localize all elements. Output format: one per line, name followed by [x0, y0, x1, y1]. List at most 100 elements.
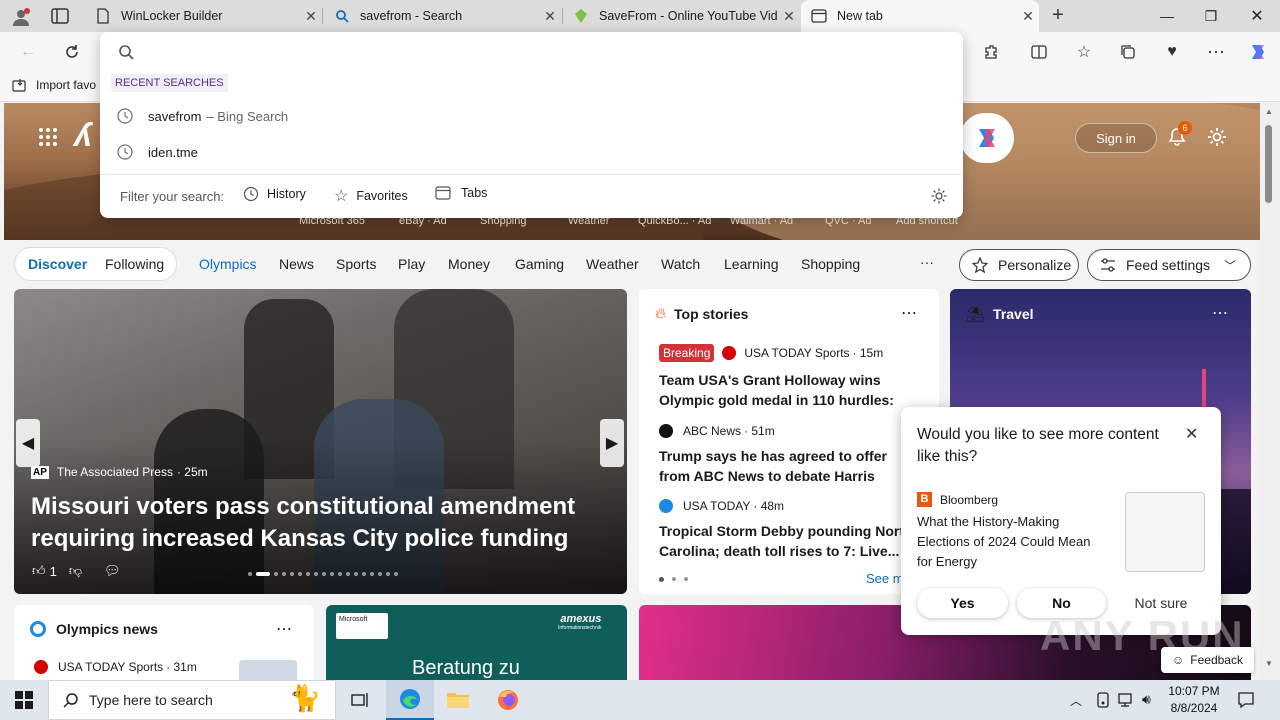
- feed-settings-button[interactable]: Feed settings ﹀: [1087, 249, 1251, 281]
- file-explorer-icon[interactable]: [434, 680, 482, 720]
- tab-discover[interactable]: Discover: [28, 256, 87, 272]
- carousel-dot[interactable]: [298, 572, 302, 576]
- carousel-dot[interactable]: [386, 572, 390, 576]
- tab-winlocker[interactable]: WinLocker Builder ✕: [85, 0, 322, 32]
- task-view-icon[interactable]: [336, 680, 384, 720]
- network-icon[interactable]: [1118, 692, 1136, 708]
- close-icon[interactable]: ✕: [539, 8, 561, 25]
- minimize-icon[interactable]: —: [1144, 0, 1190, 32]
- nav-news[interactable]: News: [279, 256, 314, 272]
- nav-shopping[interactable]: Shopping: [801, 256, 860, 272]
- scroll-up-icon[interactable]: ▲: [1265, 107, 1273, 116]
- nav-watch[interactable]: Watch: [661, 256, 700, 272]
- new-tab-button[interactable]: +: [1046, 4, 1070, 28]
- apps-grid-icon[interactable]: [38, 127, 58, 147]
- tab-new-tab[interactable]: New tab ✕: [801, 0, 1039, 32]
- sign-in-button[interactable]: Sign in: [1075, 123, 1157, 153]
- main-headline[interactable]: Missouri voters pass constitutional amen…: [31, 491, 591, 555]
- filter-tabs[interactable]: Tabs: [435, 186, 487, 200]
- main-story-card[interactable]: ◀ ▶ AP The Associated Press · 25m Missou…: [14, 289, 627, 594]
- settings-more-icon[interactable]: ⋯: [1202, 38, 1230, 66]
- refresh-icon[interactable]: [58, 38, 86, 66]
- address-input[interactable]: [142, 38, 942, 66]
- close-icon[interactable]: ✕: [1185, 424, 1198, 444]
- extensions-icon[interactable]: [977, 38, 1005, 66]
- tab-actions-icon[interactable]: [50, 7, 70, 25]
- carousel-dot[interactable]: [338, 572, 342, 576]
- taskbar-search-box[interactable]: Type here to search 🐈: [48, 680, 336, 720]
- split-screen-icon[interactable]: [1025, 38, 1053, 66]
- nav-sports[interactable]: Sports: [336, 256, 376, 272]
- story-headline[interactable]: Trump says he has agreed to offer from A…: [659, 446, 921, 486]
- firefox-icon[interactable]: [484, 680, 532, 720]
- notification-center-icon[interactable]: [1237, 691, 1255, 709]
- copilot-icon[interactable]: [1244, 38, 1272, 66]
- carousel-dot[interactable]: [290, 572, 294, 576]
- carousel-dot[interactable]: [354, 572, 358, 576]
- carousel-next-button[interactable]: ▶: [600, 419, 624, 467]
- scroll-down-icon[interactable]: ▼: [1265, 659, 1273, 668]
- search-settings-gear-icon[interactable]: [930, 187, 948, 205]
- nav-gaming[interactable]: Gaming: [515, 256, 564, 272]
- ad-card[interactable]: Microsoft amexus Informationstechnik Ber…: [326, 605, 627, 680]
- tab-savefrom-search[interactable]: savefrom - Search ✕: [324, 0, 561, 32]
- nav-play[interactable]: Play: [398, 256, 425, 272]
- back-icon[interactable]: ←: [14, 38, 42, 66]
- recent-search-item[interactable]: savefrom – Bing Search: [110, 100, 953, 132]
- more-options-icon[interactable]: ⋯: [1212, 303, 1228, 323]
- tab-savefrom[interactable]: SaveFrom - Online YouTube Video ✕: [563, 0, 800, 32]
- page-scrollbar[interactable]: ▲ ▼: [1260, 103, 1280, 680]
- see-more-link[interactable]: See m: [866, 571, 904, 586]
- personalize-button[interactable]: Personalize: [959, 249, 1079, 281]
- msn-logo[interactable]: ʎ: [74, 117, 92, 154]
- popup-headline[interactable]: What the History-Making Elections of 202…: [917, 512, 1107, 572]
- close-window-icon[interactable]: ✕: [1234, 0, 1280, 32]
- carousel-dot[interactable]: [274, 572, 278, 576]
- carousel-dot[interactable]: [306, 572, 310, 576]
- tab-following[interactable]: Following: [105, 256, 164, 272]
- nav-money[interactable]: Money: [448, 256, 490, 272]
- copilot-button[interactable]: [960, 113, 1014, 163]
- story-headline[interactable]: Tropical Storm Debby pounding North Caro…: [659, 521, 921, 561]
- import-favorites[interactable]: Import favo: [12, 78, 96, 92]
- carousel-dot-active[interactable]: [256, 572, 270, 576]
- thumbs-down-icon[interactable]: 👎︎: [69, 563, 82, 579]
- carousel-dot[interactable]: [282, 572, 286, 576]
- scrollbar-thumb[interactable]: [1265, 125, 1272, 203]
- close-icon[interactable]: ✕: [778, 8, 800, 25]
- edge-taskbar-icon[interactable]: [386, 680, 434, 720]
- profile-icon[interactable]: [10, 6, 32, 28]
- close-icon[interactable]: ✕: [1017, 8, 1039, 25]
- carousel-dot[interactable]: [314, 572, 318, 576]
- carousel-dot[interactable]: [330, 572, 334, 576]
- carousel-dot[interactable]: [378, 572, 382, 576]
- windows-start-icon[interactable]: [0, 680, 48, 720]
- close-icon[interactable]: ✕: [300, 8, 322, 25]
- page-settings-gear-icon[interactable]: [1206, 126, 1228, 148]
- nav-weather[interactable]: Weather: [586, 256, 639, 272]
- recent-search-item[interactable]: iden.tme: [110, 136, 953, 168]
- carousel-dot[interactable]: [322, 572, 326, 576]
- filter-history[interactable]: History: [243, 186, 306, 202]
- restore-icon[interactable]: ❐: [1188, 0, 1234, 32]
- filter-favorites[interactable]: ☆ Favorites: [334, 186, 408, 206]
- story-headline[interactable]: Team USA's Grant Holloway wins Olympic g…: [659, 370, 921, 410]
- network-drive-icon[interactable]: [1096, 692, 1110, 708]
- nav-more-icon[interactable]: ···: [920, 254, 934, 270]
- nav-olympics[interactable]: Olympics: [199, 256, 257, 272]
- collections-icon[interactable]: [1114, 38, 1142, 66]
- carousel-dot[interactable]: [394, 572, 398, 576]
- carousel-dot[interactable]: [370, 572, 374, 576]
- nav-learning[interactable]: Learning: [724, 256, 779, 272]
- browser-essentials-icon[interactable]: ♥: [1158, 38, 1186, 66]
- carousel-dot[interactable]: [248, 572, 252, 576]
- volume-icon[interactable]: 🔊︎: [1142, 691, 1151, 708]
- comment-icon[interactable]: 💬︎: [104, 563, 121, 579]
- carousel-dot[interactable]: [362, 572, 366, 576]
- yes-button[interactable]: Yes: [917, 588, 1008, 618]
- feedback-button[interactable]: ☺︎ Feedback: [1161, 647, 1254, 673]
- show-hidden-icons[interactable]: ︿: [1070, 692, 1082, 709]
- carousel-dot[interactable]: [346, 572, 350, 576]
- carousel-prev-button[interactable]: ◀: [16, 419, 40, 467]
- clock[interactable]: 10:07 PM 8/8/2024: [1166, 683, 1222, 717]
